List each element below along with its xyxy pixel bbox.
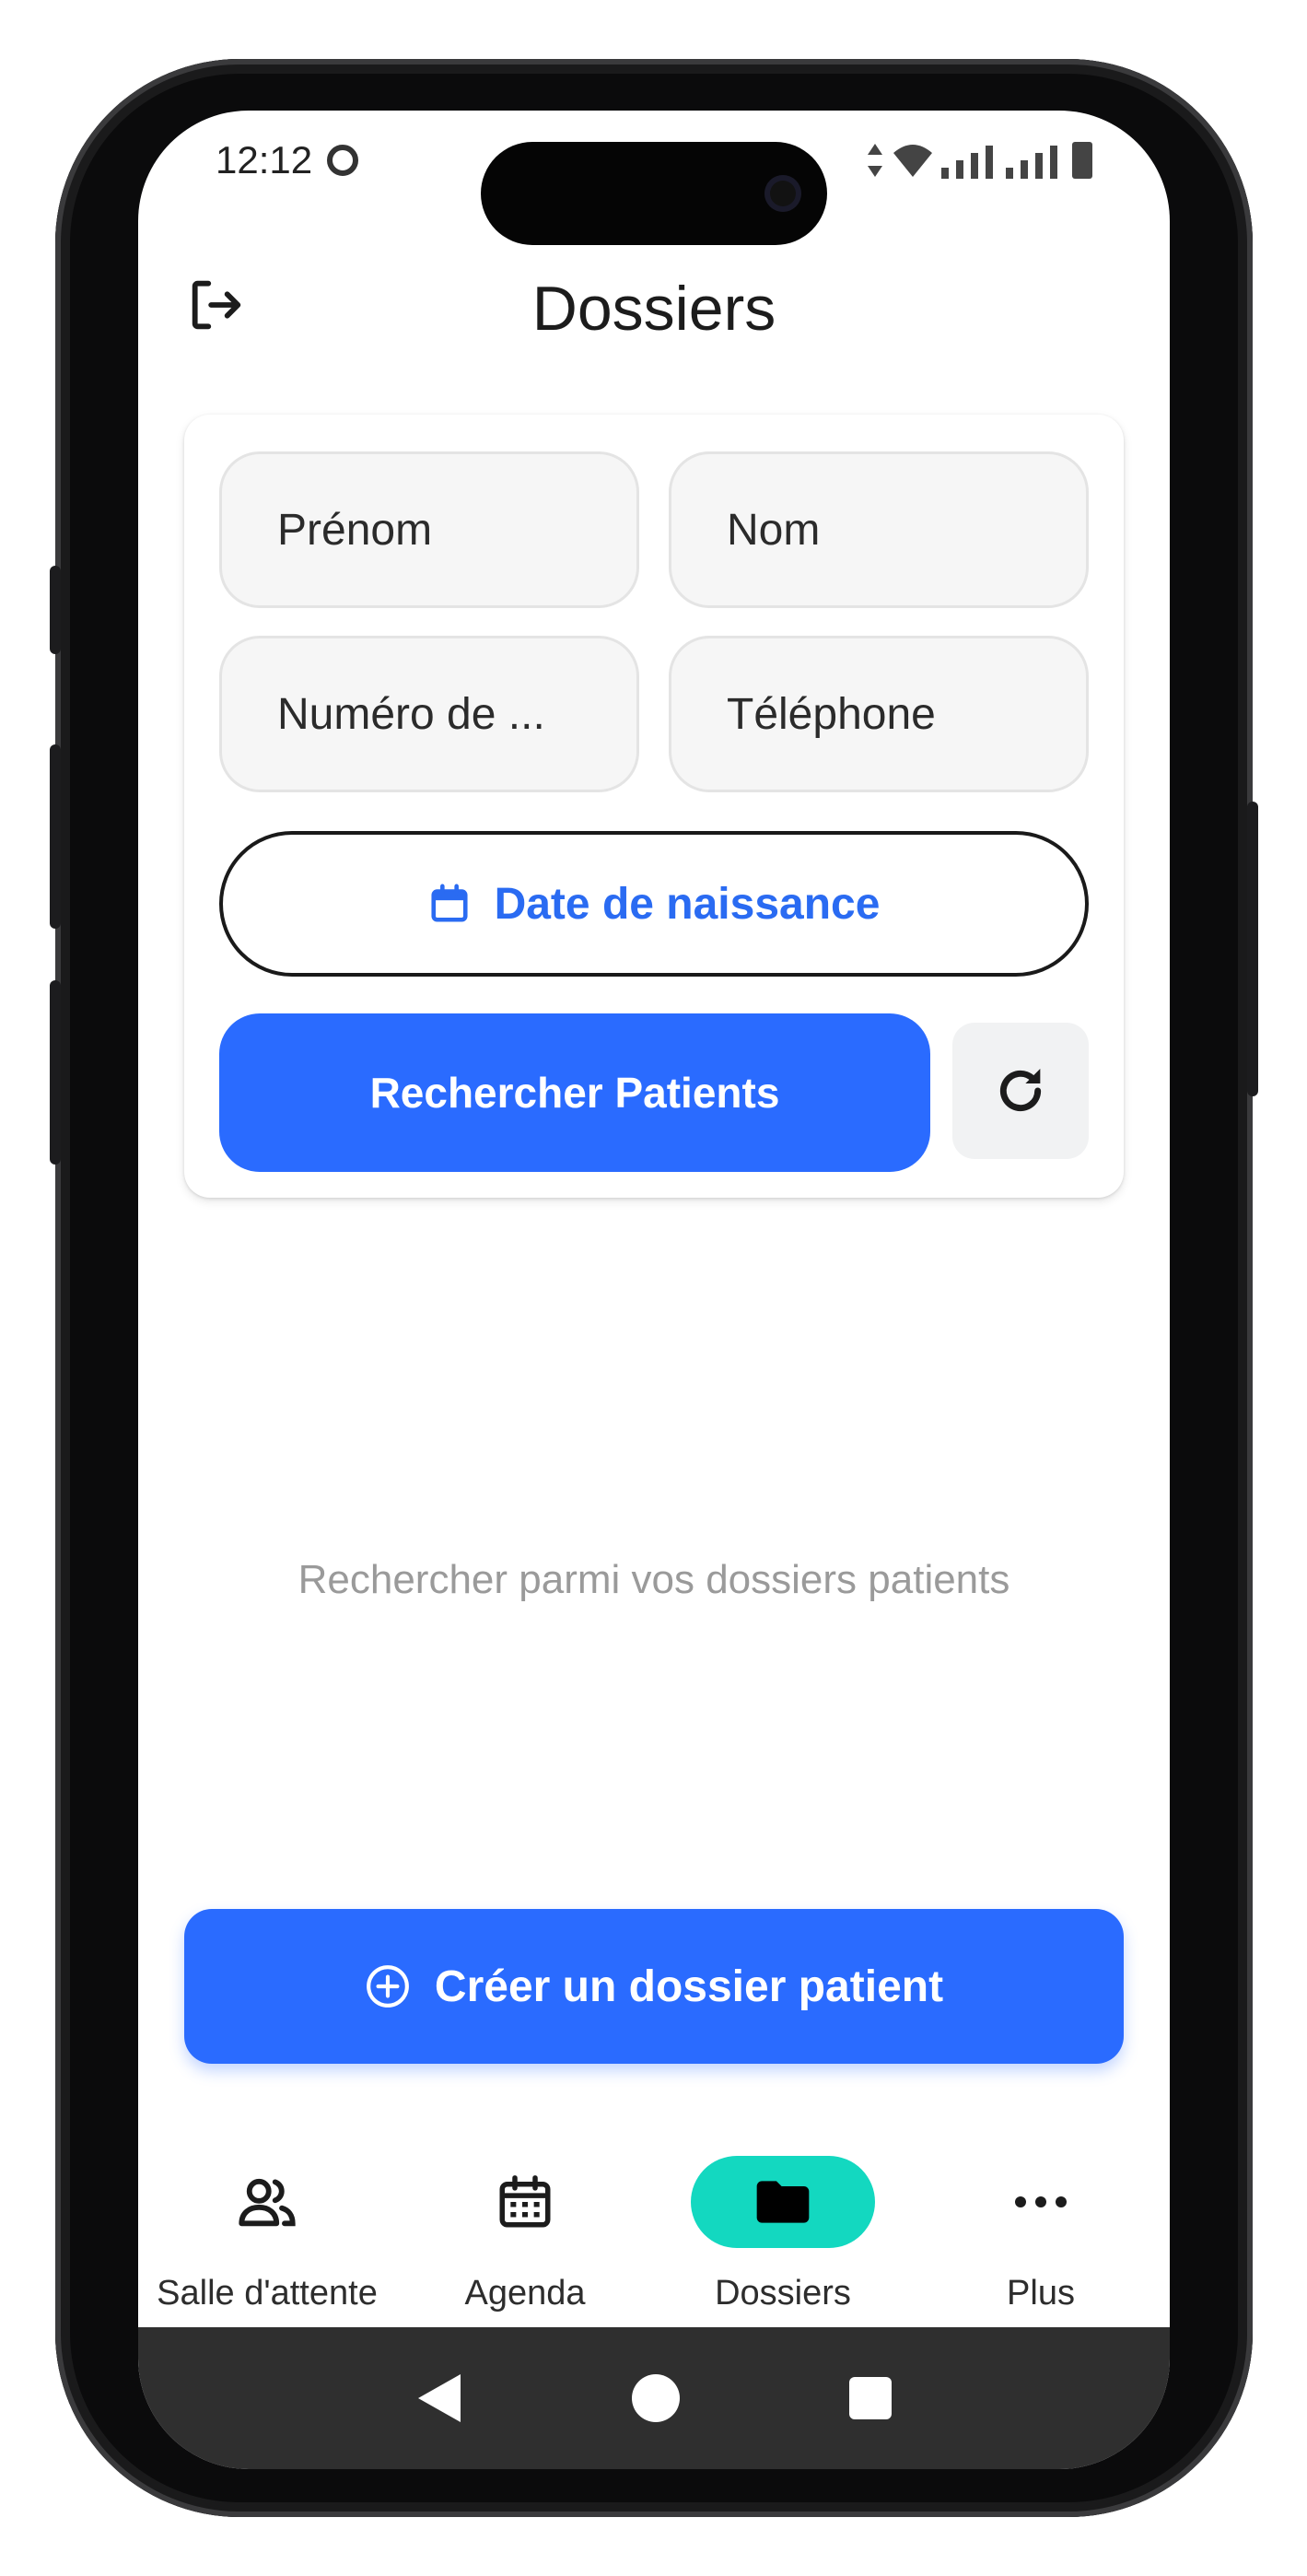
nav-icon-container [949, 2156, 1133, 2248]
create-record-label: Créer un dossier patient [434, 1961, 944, 2011]
calendar-icon [431, 884, 468, 922]
search-card: Prénom Nom Numéro de ... Téléphone Date … [184, 415, 1124, 1198]
add-circle-icon [367, 1965, 409, 2008]
phone-screen: 12:12 Dossiers Prénom Nom Numéro de ... … [138, 111, 1170, 2469]
battery-icon [1072, 142, 1092, 179]
nav-label-more: Plus [1007, 2274, 1075, 2313]
camera-icon [764, 175, 801, 212]
wifi-icon [893, 145, 932, 177]
phone-volume-down [50, 980, 61, 1165]
signal-bar [1050, 146, 1057, 179]
signal-bar [986, 146, 993, 179]
first-name-placeholder: Prénom [277, 505, 433, 555]
create-record-button[interactable]: Créer un dossier patient [184, 1909, 1124, 2064]
phone-volume-up [50, 744, 61, 929]
nav-label-records: Dossiers [715, 2274, 851, 2313]
back-triangle-icon[interactable] [414, 2371, 464, 2426]
nav-label-waiting-room: Salle d'attente [157, 2274, 378, 2313]
signal-bar [941, 168, 949, 179]
nav-icon-container-active [691, 2156, 875, 2248]
refresh-icon [999, 1069, 1042, 1112]
empty-state-hint: Rechercher parmi vos dossiers patients [298, 1557, 1010, 1602]
last-name-placeholder: Nom [727, 505, 821, 555]
folder-icon [756, 2181, 810, 2223]
nav-item-waiting-room[interactable]: Salle d'attente [138, 2119, 396, 2340]
nav-item-agenda[interactable]: Agenda [396, 2119, 654, 2340]
record-number-field[interactable]: Numéro de ... [219, 636, 639, 792]
last-name-field[interactable]: Nom [669, 451, 1089, 608]
status-icons [866, 142, 1092, 179]
calendar-icon [499, 2175, 551, 2228]
people-icon [239, 2178, 296, 2227]
signal-bar [956, 160, 963, 179]
data-arrows-icon [868, 144, 882, 177]
page-title: Dossiers [531, 274, 776, 344]
nav-item-records[interactable]: Dossiers [654, 2119, 912, 2340]
nav-icon-container [433, 2156, 617, 2248]
birthdate-button[interactable]: Date de naissance [219, 831, 1089, 977]
phone-field[interactable]: Téléphone [669, 636, 1089, 792]
phone-placeholder: Téléphone [727, 689, 936, 739]
nav-label-agenda: Agenda [464, 2274, 586, 2313]
system-navigation-bar [138, 2327, 1170, 2469]
recents-square-icon[interactable] [847, 2375, 893, 2421]
status-time: 12:12 [216, 138, 359, 182]
phone-power-button [1247, 802, 1258, 1096]
search-patients-label: Rechercher Patients [369, 1069, 780, 1117]
signal-bar [971, 153, 978, 179]
first-name-field[interactable]: Prénom [219, 451, 639, 608]
refresh-button[interactable] [952, 1023, 1089, 1159]
nav-item-more[interactable]: Plus [912, 2119, 1170, 2340]
more-horiz-icon [1015, 2196, 1067, 2207]
app-bar: Dossiers [138, 230, 1170, 378]
signal-bar [1035, 153, 1043, 179]
birthdate-label: Date de naissance [494, 879, 881, 929]
bottom-navigation: Salle d'attente Agenda Dossiers Plus [138, 2119, 1170, 2340]
signal-bar [1021, 160, 1028, 179]
phone-action-button [50, 566, 61, 654]
status-ring-icon [327, 145, 359, 176]
home-circle-icon[interactable] [630, 2372, 682, 2424]
record-number-placeholder: Numéro de ... [277, 689, 545, 739]
nav-icon-container [175, 2156, 359, 2248]
signal-bar [1006, 168, 1013, 179]
search-patients-button[interactable]: Rechercher Patients [219, 1013, 930, 1172]
